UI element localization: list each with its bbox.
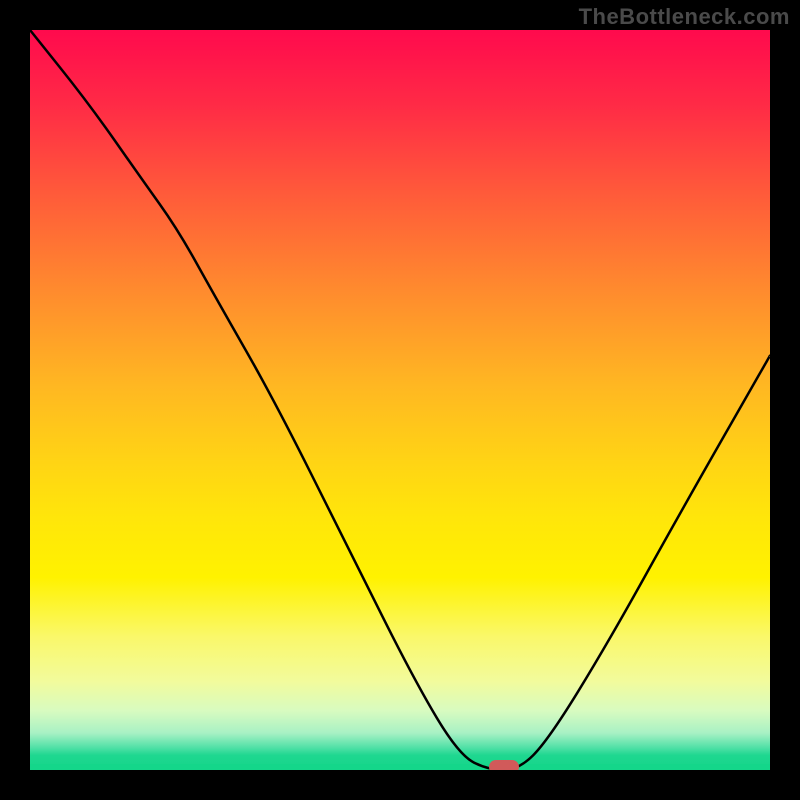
watermark-text: TheBottleneck.com [579, 4, 790, 30]
chart-frame: TheBottleneck.com [0, 0, 800, 800]
plot-area [30, 30, 770, 770]
bottleneck-curve [30, 30, 770, 770]
optimal-marker [489, 760, 519, 770]
